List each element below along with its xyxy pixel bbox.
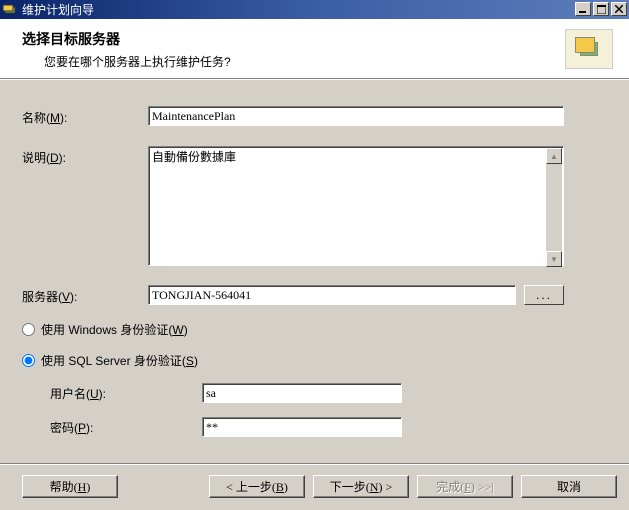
scroll-up-button[interactable]: ▲ bbox=[546, 148, 562, 164]
scroll-down-button[interactable]: ▼ bbox=[546, 251, 562, 267]
button-bar: 帮助(H) < 上一步(B) 下一步(N) > 完成(F) >>| 取消 bbox=[0, 465, 629, 510]
username-input[interactable] bbox=[202, 383, 402, 403]
description-textarea[interactable] bbox=[148, 146, 564, 266]
finish-button: 完成(F) >>| bbox=[417, 475, 513, 498]
server-label: 服务器(V): bbox=[22, 285, 148, 305]
sql-auth-radio[interactable] bbox=[22, 354, 35, 367]
description-label: 说明(D): bbox=[22, 146, 148, 166]
cancel-button[interactable]: 取消 bbox=[521, 475, 617, 498]
help-button[interactable]: 帮助(H) bbox=[22, 475, 118, 498]
form-area: 名称(M): 说明(D): ▲ ▼ 服务器(V): ... 使用 Windows… bbox=[0, 80, 629, 463]
wizard-header-icon bbox=[565, 29, 613, 69]
windows-auth-label: 使用 Windows 身份验证(W) bbox=[41, 321, 188, 338]
maximize-button[interactable] bbox=[593, 2, 609, 16]
wizard-header: 选择目标服务器 您要在哪个服务器上执行维护任务? bbox=[0, 19, 629, 78]
next-button[interactable]: 下一步(N) > bbox=[313, 475, 409, 498]
titlebar: 维护计划向导 bbox=[0, 0, 629, 19]
username-label: 用户名(U): bbox=[50, 385, 202, 402]
browse-server-button[interactable]: ... bbox=[524, 285, 564, 305]
app-icon bbox=[2, 2, 18, 18]
textarea-scrollbar[interactable]: ▲ ▼ bbox=[546, 148, 562, 267]
name-label: 名称(M): bbox=[22, 106, 148, 126]
window-title: 维护计划向导 bbox=[20, 1, 573, 18]
page-title: 选择目标服务器 bbox=[22, 29, 565, 49]
close-button[interactable] bbox=[611, 2, 627, 16]
minimize-button[interactable] bbox=[575, 2, 591, 16]
back-button[interactable]: < 上一步(B) bbox=[209, 475, 305, 498]
sql-auth-label: 使用 SQL Server 身份验证(S) bbox=[41, 352, 198, 369]
window-controls bbox=[573, 0, 629, 19]
page-subtitle: 您要在哪个服务器上执行维护任务? bbox=[22, 53, 565, 70]
password-input[interactable] bbox=[202, 417, 402, 437]
server-input[interactable] bbox=[148, 285, 516, 305]
password-label: 密码(P): bbox=[50, 419, 202, 436]
name-input[interactable] bbox=[148, 106, 564, 126]
windows-auth-radio[interactable] bbox=[22, 323, 35, 336]
